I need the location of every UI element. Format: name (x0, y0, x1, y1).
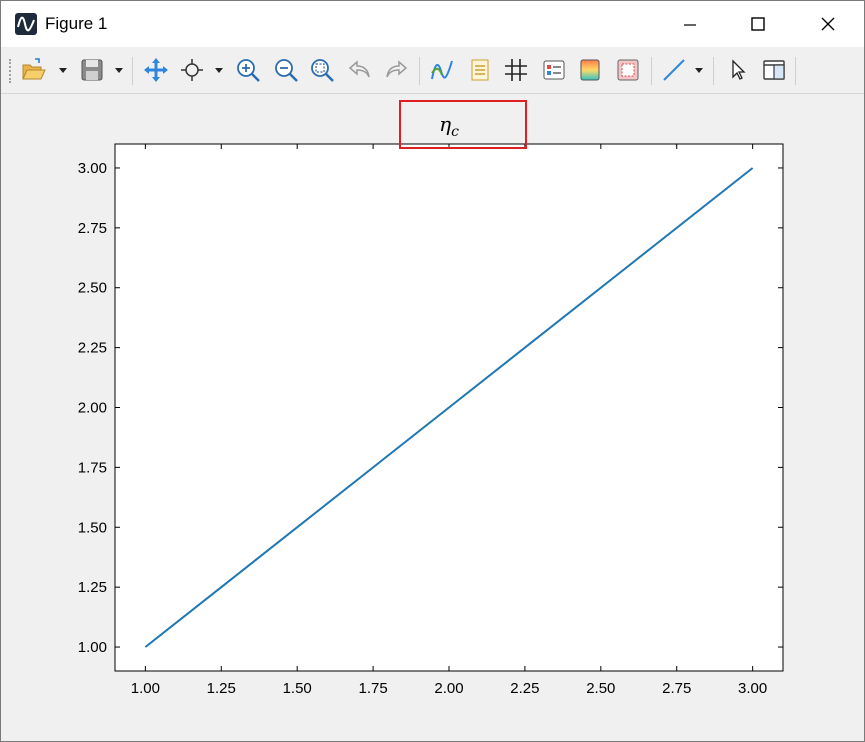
line-tool-button[interactable] (661, 57, 687, 83)
app-icon (15, 13, 37, 35)
data-cursor-button[interactable] (179, 57, 205, 83)
zoom-fit-icon (311, 59, 334, 82)
line-style-button[interactable] (429, 57, 455, 83)
chevron-down-icon (695, 68, 703, 73)
undo-button[interactable] (347, 57, 373, 83)
redo-button[interactable] (383, 57, 409, 83)
title-highlight-box (399, 100, 527, 149)
save-dropdown[interactable] (113, 57, 125, 83)
y-tick-label: 1.75 (78, 459, 107, 476)
panel-toggle-icon (763, 60, 785, 80)
redo-icon (386, 60, 408, 78)
x-tick-label: 1.25 (207, 680, 236, 697)
pan-button[interactable] (143, 57, 169, 83)
x-tick-label: 2.00 (434, 680, 463, 697)
line-tool-icon (663, 59, 685, 81)
zoom-in-icon (237, 59, 260, 82)
close-icon (821, 17, 835, 31)
properties-icon (543, 60, 565, 80)
x-tick-label: 2.25 (510, 680, 539, 697)
save-button[interactable] (79, 57, 105, 83)
chevron-down-icon (215, 68, 223, 73)
data-cursor-icon (181, 59, 203, 81)
toolbar (1, 47, 864, 94)
y-tick-label: 1.25 (78, 579, 107, 596)
y-tick-label: 3.00 (78, 160, 107, 177)
maximize-button[interactable] (735, 1, 781, 47)
chevron-down-icon (59, 68, 67, 73)
toolbar-separator (651, 57, 652, 85)
y-tick-label: 2.25 (78, 340, 107, 357)
zoom-fit-button[interactable] (309, 57, 335, 83)
chevron-down-icon (115, 68, 123, 73)
line-tool-dropdown[interactable] (693, 57, 705, 83)
data-cursor-dropdown[interactable] (213, 57, 225, 83)
colormap-icon (580, 59, 600, 81)
panel-toggle-button[interactable] (761, 57, 787, 83)
border-button[interactable] (615, 57, 641, 83)
open-dropdown[interactable] (57, 57, 69, 83)
window-title: Figure 1 (45, 14, 108, 33)
plot-svg[interactable]: 1.00 1.25 1.50 1.75 2.00 2.25 2.50 2.75 3.00 1.0… (1, 94, 864, 741)
toolbar-separator (132, 57, 133, 85)
toolbar-grip[interactable] (9, 59, 14, 83)
grid-icon (505, 59, 527, 81)
legend-icon (471, 59, 489, 81)
zoom-out-icon (275, 59, 298, 82)
title-bar[interactable]: Figure 1 (1, 1, 864, 47)
zoom-out-button[interactable] (273, 57, 299, 83)
properties-button[interactable] (541, 57, 567, 83)
open-folder-icon (22, 58, 46, 80)
select-button[interactable] (725, 57, 751, 83)
toolbar-separator (419, 57, 420, 85)
minimize-button[interactable] (667, 1, 713, 47)
x-tick-label: 1.75 (358, 680, 387, 697)
toolbar-separator (795, 57, 796, 85)
line-style-icon (431, 60, 453, 80)
y-tick-label: 1.00 (78, 639, 107, 656)
save-icon (81, 59, 103, 81)
maximize-icon (751, 17, 765, 31)
y-tick-label: 2.00 (78, 400, 107, 417)
colormap-button[interactable] (577, 57, 603, 83)
x-tick-label: 2.75 (662, 680, 691, 697)
x-tick-label: 3.00 (738, 680, 767, 697)
figure-canvas[interactable]: 1.00 1.25 1.50 1.75 2.00 2.25 2.50 2.75 3.00 1.0… (1, 94, 864, 741)
x-tick-label: 1.50 (283, 680, 312, 697)
pan-icon (144, 58, 168, 82)
undo-icon (348, 60, 370, 78)
legend-button[interactable] (467, 57, 493, 83)
open-button[interactable] (21, 57, 47, 83)
y-tick-label: 2.75 (78, 220, 107, 237)
grid-button[interactable] (503, 57, 529, 83)
select-pointer-icon (732, 59, 746, 80)
x-tick-label: 1.00 (131, 680, 160, 697)
toolbar-separator (713, 57, 714, 85)
y-tick-label: 2.50 (78, 280, 107, 297)
border-icon (617, 59, 639, 81)
y-tick-label: 1.50 (78, 519, 107, 536)
minimize-icon (684, 24, 696, 26)
x-tick-label: 2.50 (586, 680, 615, 697)
zoom-in-button[interactable] (235, 57, 261, 83)
close-button[interactable] (805, 1, 851, 47)
figure-window: Figure 1 1.00 1.25 1.50 1.75 2.00 2.25 2… (0, 0, 865, 742)
